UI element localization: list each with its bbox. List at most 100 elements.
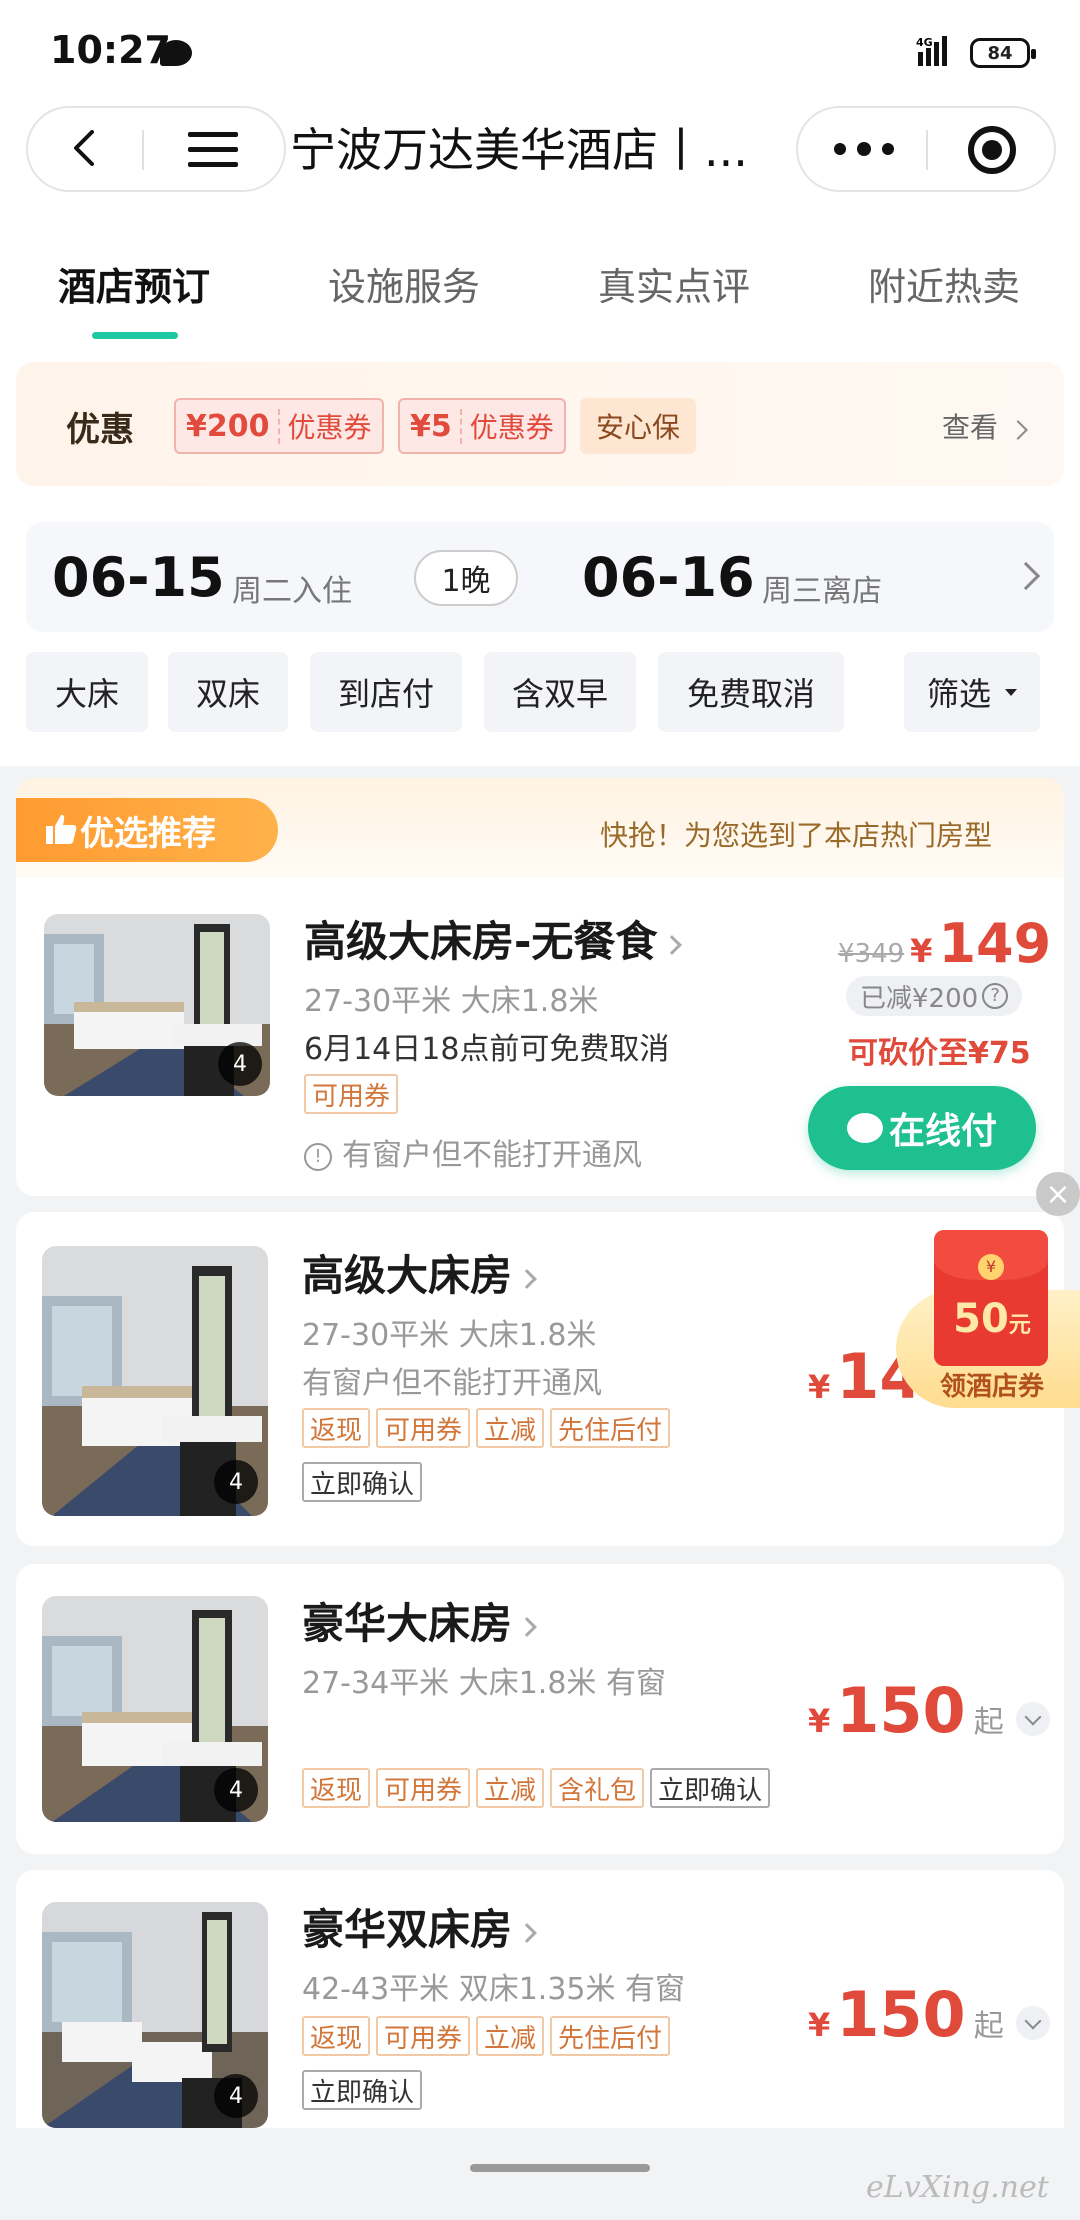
page-title: 宁波万达美华酒店丨... (290, 123, 748, 177)
bargain-price: 可砍价至¥75 (848, 1036, 1031, 1071)
price-block[interactable]: ¥ 150 起 (808, 1978, 1050, 2051)
chevron-right-icon (662, 934, 683, 955)
online-pay-button[interactable]: 在线付 (808, 1086, 1036, 1170)
red-packet-unit: 元 (1008, 1313, 1031, 1338)
promo-view-link[interactable]: 查看 (942, 406, 1028, 446)
currency-symbol: ¥ (808, 1368, 831, 1406)
price-block: ¥349 ¥ 149 (838, 912, 1051, 975)
promo-section: 优惠 ¥200 优惠券 ¥5 优惠券 安心保 查看 (0, 342, 1080, 502)
filter-king-bed[interactable]: 大床 (26, 652, 148, 732)
room-image[interactable]: 4 (42, 1902, 268, 2128)
active-tab-indicator (92, 332, 178, 339)
window-notice: ! 有窗户但不能打开通风 (304, 1130, 642, 1174)
menu-icon[interactable] (188, 132, 238, 168)
room-tag: 先住后付 (550, 1408, 671, 1448)
room-name[interactable]: 豪华大床房 (302, 1590, 537, 1651)
room-extra: 有窗户但不能打开通风 (302, 1366, 602, 1401)
filter-free-cancel[interactable]: 免费取消 (658, 652, 844, 732)
promo-banner[interactable]: 优惠 ¥200 优惠券 ¥5 优惠券 安心保 查看 (16, 362, 1064, 486)
filter-twin-bed[interactable]: 双床 (168, 652, 288, 732)
filter-double-breakfast[interactable]: 含双早 (484, 652, 636, 732)
chevron-right-icon (1011, 561, 1041, 591)
wechat-icon (846, 1113, 883, 1143)
filter-more[interactable]: 筛选 (904, 652, 1040, 732)
room-image[interactable]: 4 (42, 1246, 268, 1516)
price-block[interactable]: ¥ 150 起 (808, 1674, 1050, 1747)
close-icon[interactable]: × (1036, 1172, 1080, 1216)
discount-badge[interactable]: 已减¥200 ? (846, 976, 1023, 1016)
instant-confirm-tag: 立即确认 (302, 2070, 423, 2110)
discount-text: 已减¥200 (860, 983, 979, 1014)
svg-text:4G: 4G (916, 36, 933, 49)
chat-bubble-icon (160, 40, 192, 66)
room-spec: 27-30平米 大床1.8米 (304, 984, 599, 1019)
room-name-text: 豪华双床房 (302, 1905, 513, 1954)
room-card[interactable]: 4 豪华双床房 42-43平米 双床1.35米 有窗 返现 可用券 立减 先住后… (16, 1870, 1064, 2150)
room-name[interactable]: 高级大床房 (302, 1242, 537, 1303)
instant-confirm-tag: 立即确认 (302, 1462, 423, 1502)
room-tag: 返现 (302, 1408, 371, 1448)
coupon-label: 优惠券 (469, 411, 554, 444)
chevron-right-icon (517, 1922, 537, 1943)
room-tag: 返现 (302, 2016, 371, 2056)
capsule-divider (926, 130, 928, 170)
image-count: 4 (218, 1042, 262, 1086)
caret-down-icon (1005, 688, 1017, 696)
chevron-right-icon (517, 1616, 537, 1637)
watermark: eLvXing.net (866, 2170, 1049, 2205)
tab-bar: 酒店预订 设施服务 真实点评 附近热卖 (0, 220, 1080, 342)
room-tags: 返现 可用券 立减 先住后付 (302, 1408, 676, 1448)
room-name[interactable]: 豪华双床房 (302, 1896, 537, 1957)
room-spec: 27-34平米 大床1.8米 有窗 (302, 1666, 666, 1701)
room-tags: 可用券 (304, 1074, 404, 1114)
help-icon: ? (982, 983, 1009, 1009)
coupon-badge: ¥200 优惠券 (174, 398, 384, 454)
capsule-divider (142, 130, 144, 170)
original-price: ¥349 (838, 939, 905, 969)
nav-capsule-right (796, 106, 1056, 192)
status-bar: 10:27 4G 84 (0, 0, 1080, 100)
currency-symbol: ¥ (808, 2006, 831, 2044)
coupon-label: 优惠券 (287, 411, 372, 444)
date-selector[interactable]: 06-15 周二入住 1晚 06-16 周三离店 (26, 522, 1054, 632)
filter-more-label: 筛选 (926, 675, 991, 713)
room-image[interactable]: 4 (44, 914, 270, 1096)
room-price: 150 (836, 1978, 966, 2051)
home-indicator[interactable] (470, 2164, 650, 2172)
price-suffix: 起 (973, 2009, 1004, 2044)
red-packet-value: 50 (953, 1296, 1009, 1342)
back-arrow-icon[interactable] (66, 128, 106, 168)
room-name-text: 豪华大床房 (302, 1599, 513, 1648)
room-price: 149 (938, 912, 1052, 975)
close-miniprogram-icon[interactable] (968, 126, 1016, 174)
coupon-badge: ¥5 优惠券 (398, 398, 566, 454)
room-name-text: 高级大床房-无餐食 (304, 917, 658, 966)
tab-reviews[interactable]: 真实点评 (598, 256, 750, 311)
red-packet-label[interactable]: 领酒店券 (902, 1366, 1080, 1403)
room-spec: 27-30平米 大床1.8米 (302, 1318, 597, 1353)
image-count: 4 (214, 2074, 258, 2118)
room-tag: 可用券 (376, 2016, 471, 2056)
nav-bar: 宁波万达美华酒店丨... (0, 100, 1080, 220)
room-image[interactable]: 4 (42, 1596, 268, 1822)
expand-icon[interactable] (1015, 2006, 1050, 2040)
room-tag: 可用券 (376, 1408, 471, 1448)
room-name[interactable]: 高级大床房-无餐食 (304, 908, 683, 969)
image-count: 4 (214, 1768, 258, 1812)
tab-hotel-booking[interactable]: 酒店预订 (58, 256, 210, 311)
tab-facilities[interactable]: 设施服务 (328, 256, 480, 311)
tab-nearby[interactable]: 附近热卖 (868, 256, 1020, 311)
room-tag: 立减 (476, 1408, 545, 1448)
room-tag: 返现 (302, 1768, 371, 1808)
coupon-amount: ¥200 (186, 408, 280, 444)
room-card[interactable]: 4 豪华大床房 27-34平米 大床1.8米 有窗 返现 可用券 立减 含礼包 … (16, 1564, 1064, 1854)
notice-text: 有窗户但不能打开通风 (342, 1138, 642, 1173)
recommended-room-card[interactable]: 优选推荐 快抢！为您选到了本店热门房型 4 高级大床房-无餐食 27-30平米 … (16, 778, 1064, 1196)
more-options-icon[interactable] (834, 142, 894, 156)
chevron-right-icon (517, 1268, 537, 1289)
coupon-amount: ¥5 (410, 408, 462, 444)
filter-pay-at-hotel[interactable]: 到店付 (310, 652, 462, 732)
status-time: 10:27 (50, 28, 171, 72)
expand-icon[interactable] (1015, 1702, 1050, 1736)
nights-badge: 1晚 (414, 550, 518, 606)
